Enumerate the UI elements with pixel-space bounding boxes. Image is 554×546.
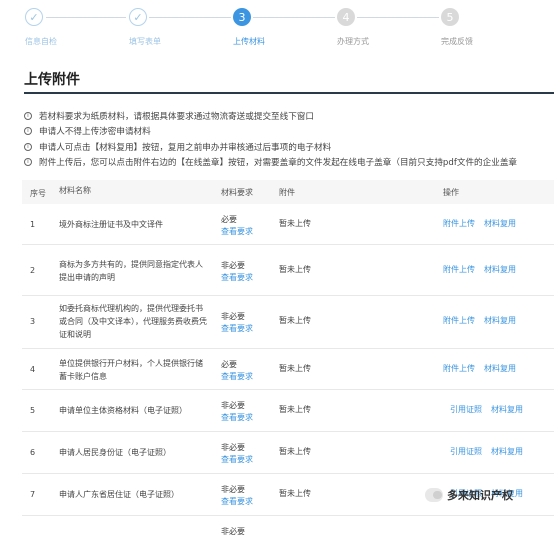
- info-icon: i: [24, 142, 32, 151]
- upload-attachment-button[interactable]: 附件上传: [443, 364, 475, 373]
- table-row: 3 如委托商标代理机构的，提供代理委托书或合同（及中文译本），代理服务费收费凭证…: [22, 296, 554, 349]
- info-icon: i: [24, 158, 32, 167]
- requirement: 非必要: [221, 527, 245, 536]
- attachment-status: 暂未上传: [279, 447, 311, 456]
- row-actions: 引用证照 材料复用: [450, 446, 532, 457]
- row-actions: 引用证照 材料复用: [450, 404, 532, 415]
- table-header: 序号 材料名称 材料要求 附件 操作: [22, 180, 554, 204]
- wechat-logo-icon: [425, 488, 443, 502]
- step-1-check-icon: ✓: [25, 8, 43, 26]
- view-requirement-link[interactable]: 查看要求: [221, 371, 253, 383]
- row-no: 3: [30, 317, 36, 326]
- material-name: 单位提供银行开户材料，个人提供银行储蓄卡账户信息: [59, 359, 203, 381]
- row-actions: 附件上传 材料复用: [443, 363, 525, 374]
- attachment-status: 暂未上传: [279, 219, 311, 228]
- step-1-label: 信息自检: [25, 37, 57, 46]
- view-requirement-link[interactable]: 查看要求: [221, 454, 253, 466]
- row-no: 4: [30, 365, 36, 374]
- step-5-label: 完成反馈: [441, 37, 473, 46]
- progress-stepper: ✓ ✓ 3 4 5 信息自检 填写表单 上传材料 办理方式 完成反馈: [0, 0, 554, 60]
- reuse-material-button[interactable]: 材料复用: [491, 405, 523, 414]
- notice-item: i 申请人可点击【材料复用】按钮，复用之前申办并审核通过后事项的电子材料: [24, 139, 554, 155]
- cite-license-button[interactable]: 引用证照: [450, 447, 482, 456]
- view-requirement-link[interactable]: 查看要求: [221, 412, 253, 424]
- step-connector: [46, 17, 126, 18]
- material-name: 申请人居民身份证（电子证照）: [59, 448, 171, 457]
- material-name: 申请人广东省居住证（电子证照）: [59, 490, 179, 499]
- material-name: 申请单位主体资格材料（电子证照）: [59, 406, 187, 415]
- requirement: 非必要 查看要求: [221, 312, 253, 335]
- info-icon: i: [24, 111, 32, 120]
- row-actions: 附件上传 材料复用: [443, 218, 525, 229]
- material-name: 如委托商标代理机构的，提供代理委托书或合同（及中文译本），代理服务费收费凭证和说…: [59, 304, 207, 339]
- step-2-label: 填写表单: [129, 37, 161, 46]
- step-5-number: 5: [441, 8, 459, 26]
- step-connector: [253, 17, 335, 18]
- table-row: 1 境外商标注册证书及中文译件 必要 查看要求 暂未上传 附件上传 材料复用: [22, 204, 554, 245]
- notice-item: i 附件上传后，您可以点击附件右边的【在线盖章】按钮，对需要盖章的文件发起在线电子…: [24, 155, 554, 171]
- step-4-label: 办理方式: [337, 37, 369, 46]
- row-no: 7: [30, 490, 36, 499]
- header-actions: 操作: [443, 188, 459, 197]
- row-no: 2: [30, 266, 36, 275]
- upload-attachment-button[interactable]: 附件上传: [443, 265, 475, 274]
- material-name: 商标为多方共有的，提供同意指定代表人提出申请的声明: [59, 260, 203, 282]
- notice-item: i 若材料要求为纸质材料，请根据具体要求通过物流寄送或提交至线下窗口: [24, 108, 554, 124]
- reuse-material-button[interactable]: 材料复用: [484, 316, 516, 325]
- step-2-check-icon: ✓: [129, 8, 147, 26]
- view-requirement-link[interactable]: 查看要求: [221, 226, 253, 238]
- requirement: 非必要 查看要求: [221, 401, 253, 424]
- upload-attachment-button[interactable]: 附件上传: [443, 219, 475, 228]
- view-requirement-link[interactable]: 查看要求: [221, 496, 253, 508]
- row-actions: 附件上传 材料复用: [443, 264, 525, 275]
- reuse-material-button[interactable]: 材料复用: [484, 219, 516, 228]
- step-connector: [357, 17, 439, 18]
- upload-attachment-button[interactable]: 附件上传: [443, 316, 475, 325]
- step-3-number: 3: [233, 8, 251, 26]
- header-attachment: 附件: [279, 188, 295, 197]
- reuse-material-button[interactable]: 材料复用: [484, 265, 516, 274]
- reuse-material-button[interactable]: 材料复用: [491, 447, 523, 456]
- view-requirement-link[interactable]: 查看要求: [221, 272, 253, 284]
- notice-item: i 申请人不得上传涉密申请材料: [24, 124, 554, 140]
- row-actions: 附件上传 材料复用: [443, 315, 525, 326]
- material-name: 境外商标注册证书及中文译件: [59, 220, 163, 229]
- requirement: 必要 查看要求: [221, 215, 253, 238]
- row-no: 6: [30, 448, 36, 457]
- requirement: 非必要 查看要求: [221, 443, 253, 466]
- section-title: 上传附件: [24, 72, 80, 88]
- table-row: 2 商标为多方共有的，提供同意指定代表人提出申请的声明 非必要 查看要求 暂未上传…: [22, 245, 554, 296]
- step-connector: [149, 17, 231, 18]
- attachment-status: 暂未上传: [279, 489, 311, 498]
- step-4-number: 4: [337, 8, 355, 26]
- attachment-status: 暂未上传: [279, 265, 311, 274]
- header-name: 材料名称: [59, 186, 91, 195]
- attachment-status: 暂未上传: [279, 364, 311, 373]
- table-row: 5 申请单位主体资格材料（电子证照） 非必要 查看要求 暂未上传 引用证照 材料复用: [22, 390, 554, 432]
- header-no: 序号: [30, 189, 46, 198]
- row-no: 1: [30, 220, 36, 229]
- cite-license-button[interactable]: 引用证照: [450, 405, 482, 414]
- watermark: 多来知识产权: [425, 487, 513, 503]
- reuse-material-button[interactable]: 材料复用: [484, 364, 516, 373]
- info-icon: i: [24, 127, 32, 136]
- attachment-status: 暂未上传: [279, 405, 311, 414]
- row-no: 5: [30, 406, 36, 415]
- attachment-status: 暂未上传: [279, 316, 311, 325]
- title-divider: [24, 92, 554, 94]
- notice-list: i 若材料要求为纸质材料，请根据具体要求通过物流寄送或提交至线下窗口 i 申请人不得…: [24, 108, 554, 170]
- requirement: 非必要 查看要求: [221, 261, 253, 284]
- requirement: 必要 查看要求: [221, 360, 253, 383]
- header-requirement: 材料要求: [221, 188, 253, 197]
- table-row: 6 申请人居民身份证（电子证照） 非必要 查看要求 暂未上传 引用证照 材料复用: [22, 432, 554, 474]
- requirement: 非必要 查看要求: [221, 485, 253, 508]
- view-requirement-link[interactable]: 查看要求: [221, 323, 253, 335]
- table-row: 4 单位提供银行开户材料，个人提供银行储蓄卡账户信息 必要 查看要求 暂未上传 附…: [22, 349, 554, 390]
- step-3-label: 上传材料: [233, 37, 265, 46]
